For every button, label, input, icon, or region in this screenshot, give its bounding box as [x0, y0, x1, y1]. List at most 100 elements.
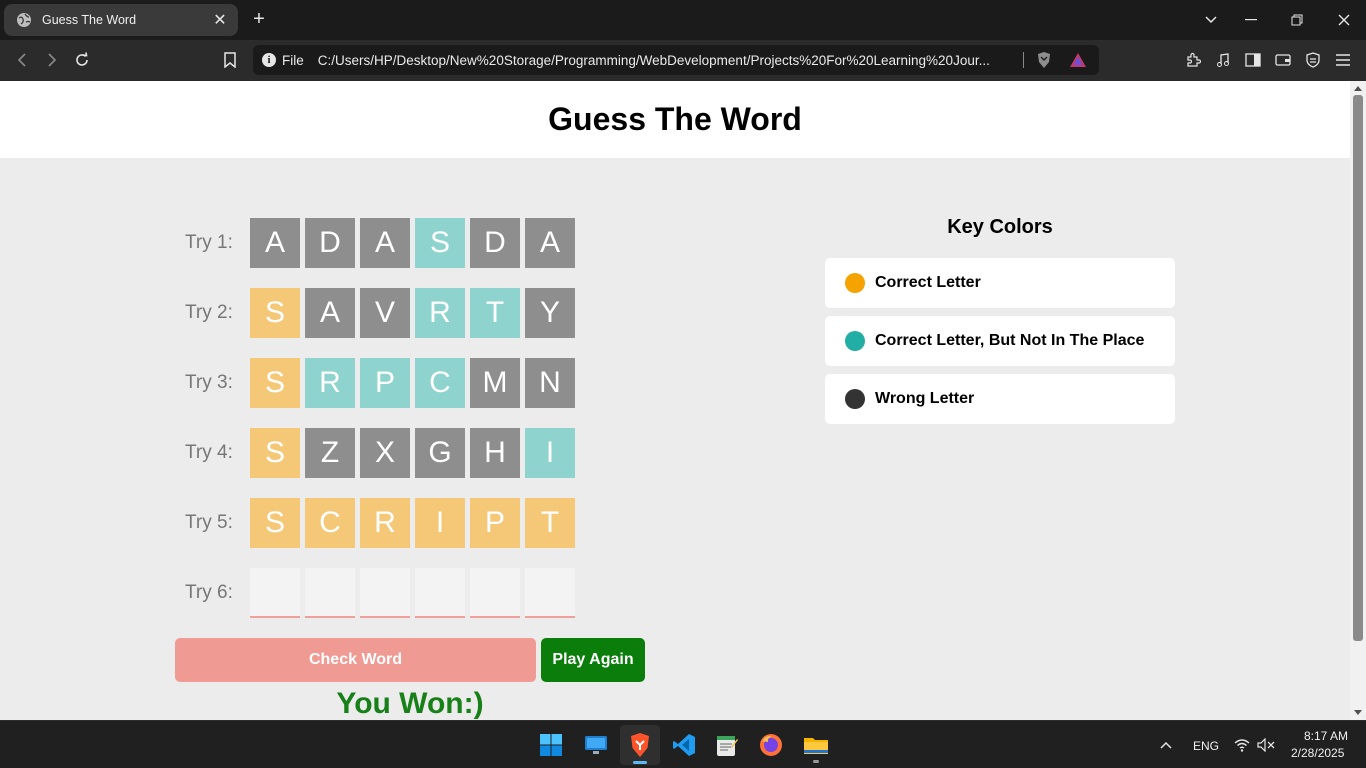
letter-input[interactable] — [250, 568, 300, 618]
vscode-icon[interactable] — [664, 725, 704, 765]
letter-tile: N — [525, 358, 575, 408]
letter-tile: C — [305, 498, 355, 548]
letter-tile: S — [415, 218, 465, 268]
clock-time[interactable]: 8:17 AM — [1304, 729, 1348, 743]
tab-title: Guess The Word — [42, 13, 137, 27]
try-row: Try 2: S A V R T Y — [185, 288, 580, 338]
page-scrollbar[interactable] — [1350, 81, 1366, 720]
info-icon[interactable]: i — [262, 53, 276, 67]
tab-search-chevron-icon[interactable] — [1199, 8, 1223, 32]
try-row: Try 3: S R P C M N — [185, 358, 580, 408]
letter-tile: R — [360, 498, 410, 548]
try-label: Try 5: — [185, 512, 233, 533]
play-again-button[interactable]: Play Again — [541, 638, 645, 682]
letter-tile: C — [415, 358, 465, 408]
address-bar[interactable]: i File C:/Users/HP/Desktop/New%20Storage… — [253, 45, 1099, 75]
vpn-shield-icon[interactable] — [1301, 48, 1325, 72]
desktop-icon[interactable] — [576, 725, 616, 765]
back-icon[interactable] — [10, 48, 34, 72]
letter-tile: S — [250, 358, 300, 408]
active-app-indicator — [633, 761, 647, 764]
color-dot-icon — [845, 273, 865, 293]
menu-icon[interactable] — [1331, 48, 1355, 72]
wallet-icon[interactable] — [1271, 48, 1295, 72]
forward-icon[interactable] — [40, 48, 64, 72]
browser-tab[interactable]: Guess The Word ✕ — [4, 4, 238, 36]
color-dot-icon — [845, 331, 865, 351]
letter-tile: G — [415, 428, 465, 478]
letter-tile: D — [305, 218, 355, 268]
scroll-up-icon[interactable] — [1354, 86, 1362, 91]
letter-tile: S — [250, 428, 300, 478]
page-header: Guess The Word — [0, 81, 1350, 158]
letter-tile: A — [305, 288, 355, 338]
key-color-item: Wrong Letter — [825, 374, 1175, 424]
key-color-label: Wrong Letter — [875, 390, 975, 407]
reload-icon[interactable] — [70, 48, 94, 72]
running-app-indicator — [813, 760, 819, 763]
letter-tile: R — [415, 288, 465, 338]
letter-tile: Z — [305, 428, 355, 478]
page-viewport: Guess The Word Try 1: A D A S D A Try 2: S A V R T Y T… — [0, 81, 1350, 720]
start-icon[interactable] — [531, 725, 571, 765]
volume-muted-icon[interactable] — [1257, 738, 1275, 752]
letter-tile: V — [360, 288, 410, 338]
scroll-down-icon[interactable] — [1354, 710, 1362, 715]
firefox-icon[interactable] — [751, 725, 791, 765]
check-word-button[interactable]: Check Word — [175, 638, 536, 682]
letter-input[interactable] — [360, 568, 410, 618]
try-label: Try 2: — [185, 302, 233, 323]
bookmark-icon[interactable] — [218, 48, 242, 72]
letter-tile: I — [525, 428, 575, 478]
minimize-icon[interactable] — [1239, 8, 1263, 32]
page-title: Guess The Word — [548, 101, 802, 137]
brave-shields-icon[interactable] — [1036, 51, 1052, 69]
key-color-item: Correct Letter, But Not In The Place — [825, 316, 1175, 366]
letter-tile: S — [250, 288, 300, 338]
letter-tile: P — [470, 498, 520, 548]
brave-icon[interactable] — [620, 725, 660, 765]
notepad-icon[interactable] — [707, 725, 747, 765]
extensions-icon[interactable] — [1181, 48, 1205, 72]
letter-tile: M — [470, 358, 520, 408]
letter-input[interactable] — [415, 568, 465, 618]
windows-taskbar: ENG 8:17 AM 2/28/2025 — [0, 720, 1366, 768]
try-row: Try 1: A D A S D A — [185, 218, 580, 268]
music-icon[interactable] — [1211, 48, 1235, 72]
letter-tile: T — [470, 288, 520, 338]
globe-icon — [17, 13, 31, 27]
try-row: Try 4: S Z X G H I — [185, 428, 580, 478]
color-dot-icon — [845, 389, 865, 409]
letter-tile: T — [525, 498, 575, 548]
show-hidden-icons-chevron-icon[interactable] — [1146, 725, 1186, 765]
close-window-icon[interactable] — [1332, 8, 1356, 32]
letter-tile: H — [470, 428, 520, 478]
new-tab-button[interactable]: + — [248, 8, 270, 30]
letter-tile: R — [305, 358, 355, 408]
wifi-icon[interactable] — [1234, 739, 1250, 752]
result-message: You Won:) — [336, 687, 484, 720]
tab-close-icon[interactable]: ✕ — [212, 10, 228, 30]
language-indicator[interactable]: ENG — [1193, 739, 1219, 753]
try-label: Try 1: — [185, 232, 233, 253]
letter-tile: D — [470, 218, 520, 268]
restore-icon[interactable] — [1285, 8, 1309, 32]
letter-input[interactable] — [470, 568, 520, 618]
address-url[interactable]: C:/Users/HP/Desktop/New%20Storage/Progra… — [318, 53, 1008, 68]
key-colors-title: Key Colors — [947, 216, 1053, 238]
letter-input[interactable] — [525, 568, 575, 618]
letter-tile: A — [525, 218, 575, 268]
brave-rewards-icon[interactable] — [1069, 52, 1087, 68]
letter-tile: S — [250, 498, 300, 548]
letter-input[interactable] — [305, 568, 355, 618]
file-explorer-icon[interactable] — [796, 725, 836, 765]
try-label: Try 6: — [185, 582, 233, 603]
scrollbar-thumb[interactable] — [1353, 95, 1363, 641]
key-color-label: Correct Letter, But Not In The Place — [875, 332, 1145, 349]
clock-date[interactable]: 2/28/2025 — [1291, 746, 1344, 760]
letter-tile: A — [360, 218, 410, 268]
letter-tile: A — [250, 218, 300, 268]
browser-tab-strip: Guess The Word ✕ + — [0, 0, 1366, 40]
letter-tile: X — [360, 428, 410, 478]
sidebar-icon[interactable] — [1241, 48, 1265, 72]
